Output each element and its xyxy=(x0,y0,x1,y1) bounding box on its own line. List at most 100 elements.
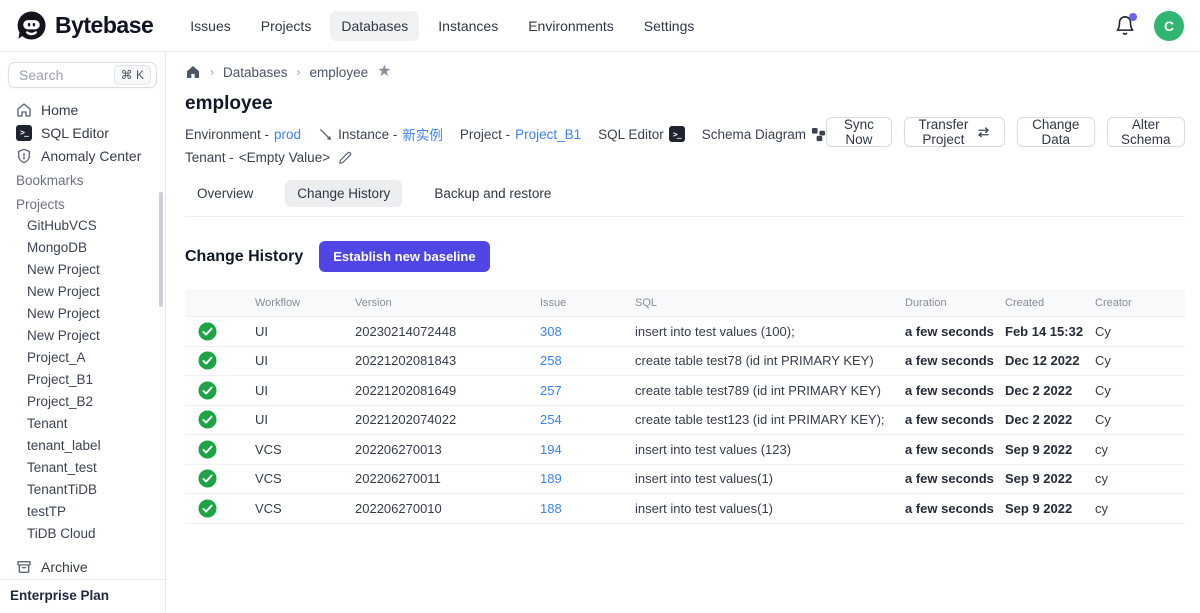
sidebar-project-item[interactable]: tenant_label xyxy=(0,435,165,457)
cell-duration: a few seconds xyxy=(905,383,1005,398)
table-row[interactable]: UI 20221202081649 257 create table test7… xyxy=(185,376,1185,406)
project-item-label: Tenant_test xyxy=(27,460,97,475)
sidebar-project-item[interactable]: Tenant_test xyxy=(0,457,165,479)
home-icon xyxy=(16,102,32,118)
main-content: › Databases › employee ★ employee Enviro… xyxy=(166,52,1200,613)
project-item-label: New Project xyxy=(27,328,100,343)
table-row[interactable]: UI 20221202081843 258 create table test7… xyxy=(185,347,1185,377)
issue-link[interactable]: 188 xyxy=(540,501,635,516)
cell-creator: cy xyxy=(1095,501,1185,516)
cell-duration: a few seconds xyxy=(905,501,1005,516)
meta-sql-editor[interactable]: SQL Editor >_ xyxy=(598,126,685,142)
issue-link[interactable]: 257 xyxy=(540,383,635,398)
cell-creator: Cy xyxy=(1095,383,1185,398)
nav-item-environments[interactable]: Environments xyxy=(517,11,625,41)
change-history-table: Workflow Version Issue SQL Duration Crea… xyxy=(185,289,1185,524)
plan-label[interactable]: Enterprise Plan xyxy=(0,579,165,613)
sidebar-project-item[interactable]: testTP xyxy=(0,501,165,523)
environment-link[interactable]: prod xyxy=(274,127,301,142)
issue-link[interactable]: 189 xyxy=(540,471,635,486)
cell-sql: insert into test values(1) xyxy=(635,501,905,516)
table-row[interactable]: UI 20230214072448 308 insert into test v… xyxy=(185,317,1185,347)
tab-backup-and-restore[interactable]: Backup and restore xyxy=(422,180,563,207)
table-row[interactable]: VCS 202206270013 194 insert into test va… xyxy=(185,435,1185,465)
sidebar-project-item[interactable]: New Project xyxy=(0,281,165,303)
sync-now-button[interactable]: Sync Now xyxy=(826,117,892,147)
project-item-label: Project_A xyxy=(27,350,86,365)
meta-environment: Environment - prod xyxy=(185,127,301,142)
issue-link[interactable]: 258 xyxy=(540,353,635,368)
sidebar-project-item[interactable]: New Project xyxy=(0,259,165,281)
favorite-star-icon[interactable]: ★ xyxy=(377,64,391,80)
project-item-label: Project_B1 xyxy=(27,372,93,387)
breadcrumb-databases[interactable]: Databases xyxy=(223,65,288,80)
notification-bell-icon[interactable] xyxy=(1114,15,1136,37)
project-link[interactable]: Project_B1 xyxy=(515,127,581,142)
breadcrumb-home-icon[interactable] xyxy=(185,64,201,80)
sidebar-project-item[interactable]: New Project xyxy=(0,325,165,347)
edit-pencil-icon[interactable] xyxy=(338,151,352,165)
instance-link[interactable]: 新实例 xyxy=(402,124,443,144)
sidebar-item-anomaly-center[interactable]: Anomaly Center xyxy=(0,144,165,167)
cell-creator: cy xyxy=(1095,471,1185,486)
brand[interactable]: Bytebase xyxy=(16,10,153,41)
sidebar-item-archive[interactable]: Archive xyxy=(0,556,165,579)
archive-icon xyxy=(16,559,32,575)
database-meta-line: Environment - prod Instance - 新实例 P xyxy=(185,124,826,144)
sidebar-scrollbar[interactable] xyxy=(159,192,163,307)
sidebar-project-item[interactable]: Project_A xyxy=(0,347,165,369)
sidebar-item-home[interactable]: Home xyxy=(0,98,165,121)
table-row[interactable]: VCS 202206270010 188 insert into test va… xyxy=(185,494,1185,524)
sidebar-item-sql-editor[interactable]: >_ SQL Editor xyxy=(0,121,165,144)
alter-schema-button[interactable]: Alter Schema xyxy=(1107,117,1185,147)
user-avatar[interactable]: C xyxy=(1154,11,1184,41)
status-success-icon xyxy=(198,381,217,400)
instance-engine-icon xyxy=(318,127,333,142)
terminal-icon: >_ xyxy=(16,125,32,141)
issue-link[interactable]: 194 xyxy=(540,442,635,457)
search-box[interactable]: ⌘ K xyxy=(8,62,157,88)
tab-overview[interactable]: Overview xyxy=(185,180,265,207)
cell-version: 20221202081843 xyxy=(355,353,540,368)
transfer-project-button[interactable]: Transfer Project xyxy=(904,117,1005,147)
table-row[interactable]: VCS 202206270011 189 insert into test va… xyxy=(185,465,1185,495)
header-issue: Issue xyxy=(540,297,635,309)
project-item-label: GitHubVCS xyxy=(27,218,97,233)
header-workflow: Workflow xyxy=(255,297,355,309)
sidebar-project-item[interactable]: Tenant xyxy=(0,413,165,435)
sidebar-project-item[interactable]: TenantTiDB xyxy=(0,479,165,501)
nav-item-issues[interactable]: Issues xyxy=(179,11,241,41)
cell-sql: insert into test values(1) xyxy=(635,471,905,486)
sidebar-project-item[interactable]: Project_B2 xyxy=(0,391,165,413)
brand-name: Bytebase xyxy=(55,12,153,39)
cell-version: 202206270013 xyxy=(355,442,540,457)
meta-tenant: Tenant - <Empty Value> xyxy=(185,150,352,165)
establish-baseline-button[interactable]: Establish new baseline xyxy=(319,241,489,272)
issue-link[interactable]: 254 xyxy=(540,412,635,427)
nav-item-projects[interactable]: Projects xyxy=(250,11,323,41)
sidebar-project-item[interactable]: Project_B1 xyxy=(0,369,165,391)
notification-dot xyxy=(1129,13,1137,21)
meta-schema-diagram[interactable]: Schema Diagram xyxy=(702,127,826,142)
cell-version: 20230214072448 xyxy=(355,324,540,339)
breadcrumb-employee[interactable]: employee xyxy=(310,65,369,80)
issue-link[interactable]: 308 xyxy=(540,324,635,339)
project-item-label: TenantTiDB xyxy=(27,482,97,497)
nav-item-databases[interactable]: Databases xyxy=(330,11,419,41)
table-row[interactable]: UI 20221202074022 254 create table test1… xyxy=(185,406,1185,436)
sidebar-project-item[interactable]: TiDB Cloud xyxy=(0,523,165,545)
sidebar: ⌘ K Home >_ SQL Editor Anomaly Center xyxy=(0,52,166,613)
sidebar-project-item[interactable]: MongoDB xyxy=(0,237,165,259)
nav-item-instances[interactable]: Instances xyxy=(427,11,509,41)
cell-duration: a few seconds xyxy=(905,353,1005,368)
sidebar-item-label: Home xyxy=(41,102,78,118)
nav-item-settings[interactable]: Settings xyxy=(633,11,706,41)
sidebar-project-item[interactable]: New Project xyxy=(0,303,165,325)
project-item-label: New Project xyxy=(27,306,100,321)
cell-created: Dec 12 2022 xyxy=(1005,353,1095,368)
search-input[interactable] xyxy=(19,67,108,83)
sidebar-project-item[interactable]: GitHubVCS xyxy=(0,215,165,237)
tab-change-history[interactable]: Change History xyxy=(285,180,402,207)
change-data-button[interactable]: Change Data xyxy=(1017,117,1095,147)
header-creator: Creator xyxy=(1095,297,1185,309)
